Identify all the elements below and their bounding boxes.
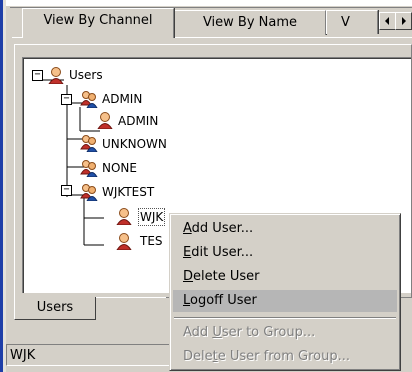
group-icon — [80, 135, 98, 152]
user-icon — [48, 67, 64, 84]
user-icon — [97, 112, 113, 129]
tree-node-admin-group[interactable]: ADMIN — [101, 91, 143, 107]
menu-separator — [174, 317, 396, 319]
tree-node-test-user[interactable]: TES — [139, 233, 164, 249]
user-icon — [116, 233, 132, 250]
tree-node-wjktest-group[interactable]: WJKTEST — [101, 184, 155, 200]
tab-scroll-right-button[interactable] — [395, 12, 412, 30]
group-icon — [80, 160, 98, 177]
group-icon — [80, 184, 98, 201]
arrow-left-icon — [385, 17, 389, 25]
expander-wjktest[interactable]: − — [61, 185, 72, 196]
menu-item-delete-user-from-group: Delete User from Group... — [183, 349, 350, 364]
tab-view-by-other[interactable]: V — [326, 10, 378, 34]
context-menu: Add User... Edit User... Delete User Log… — [169, 213, 401, 371]
menu-item-delete-user[interactable]: Delete User — [173, 266, 397, 288]
group-icon — [80, 91, 98, 108]
window-left-bevel — [3, 0, 6, 372]
tree-node-admin-user[interactable]: ADMIN — [117, 113, 159, 129]
tree-node-none-group[interactable]: NONE — [101, 160, 138, 176]
expander-users[interactable]: − — [32, 70, 43, 81]
expander-admin[interactable]: − — [61, 94, 72, 105]
tree-node-unknown-group[interactable]: UNKNOWN — [101, 136, 168, 152]
menu-item-add-user-to-group: Add User to Group... — [183, 325, 316, 340]
tab-scroll-buttons — [379, 12, 412, 30]
menu-item-add-user[interactable]: Add User... — [173, 218, 397, 240]
tab-users[interactable]: Users — [14, 297, 96, 320]
tab-view-by-name[interactable]: View By Name — [174, 10, 326, 35]
menu-item-logoff-user[interactable]: Logoff User — [173, 290, 397, 312]
menu-item-edit-user[interactable]: Edit User... — [173, 242, 397, 264]
tab-view-by-channel[interactable]: View By Channel — [22, 8, 174, 38]
arrow-right-icon — [402, 17, 406, 25]
status-bar-field: WJK — [6, 344, 172, 366]
tree-node-wjk-user[interactable]: WJK — [137, 208, 166, 226]
tree-node-users[interactable]: Users — [68, 67, 104, 83]
bottom-tab-line — [96, 297, 166, 298]
tab-scroll-left-button[interactable] — [379, 12, 396, 30]
user-icon — [116, 208, 132, 225]
